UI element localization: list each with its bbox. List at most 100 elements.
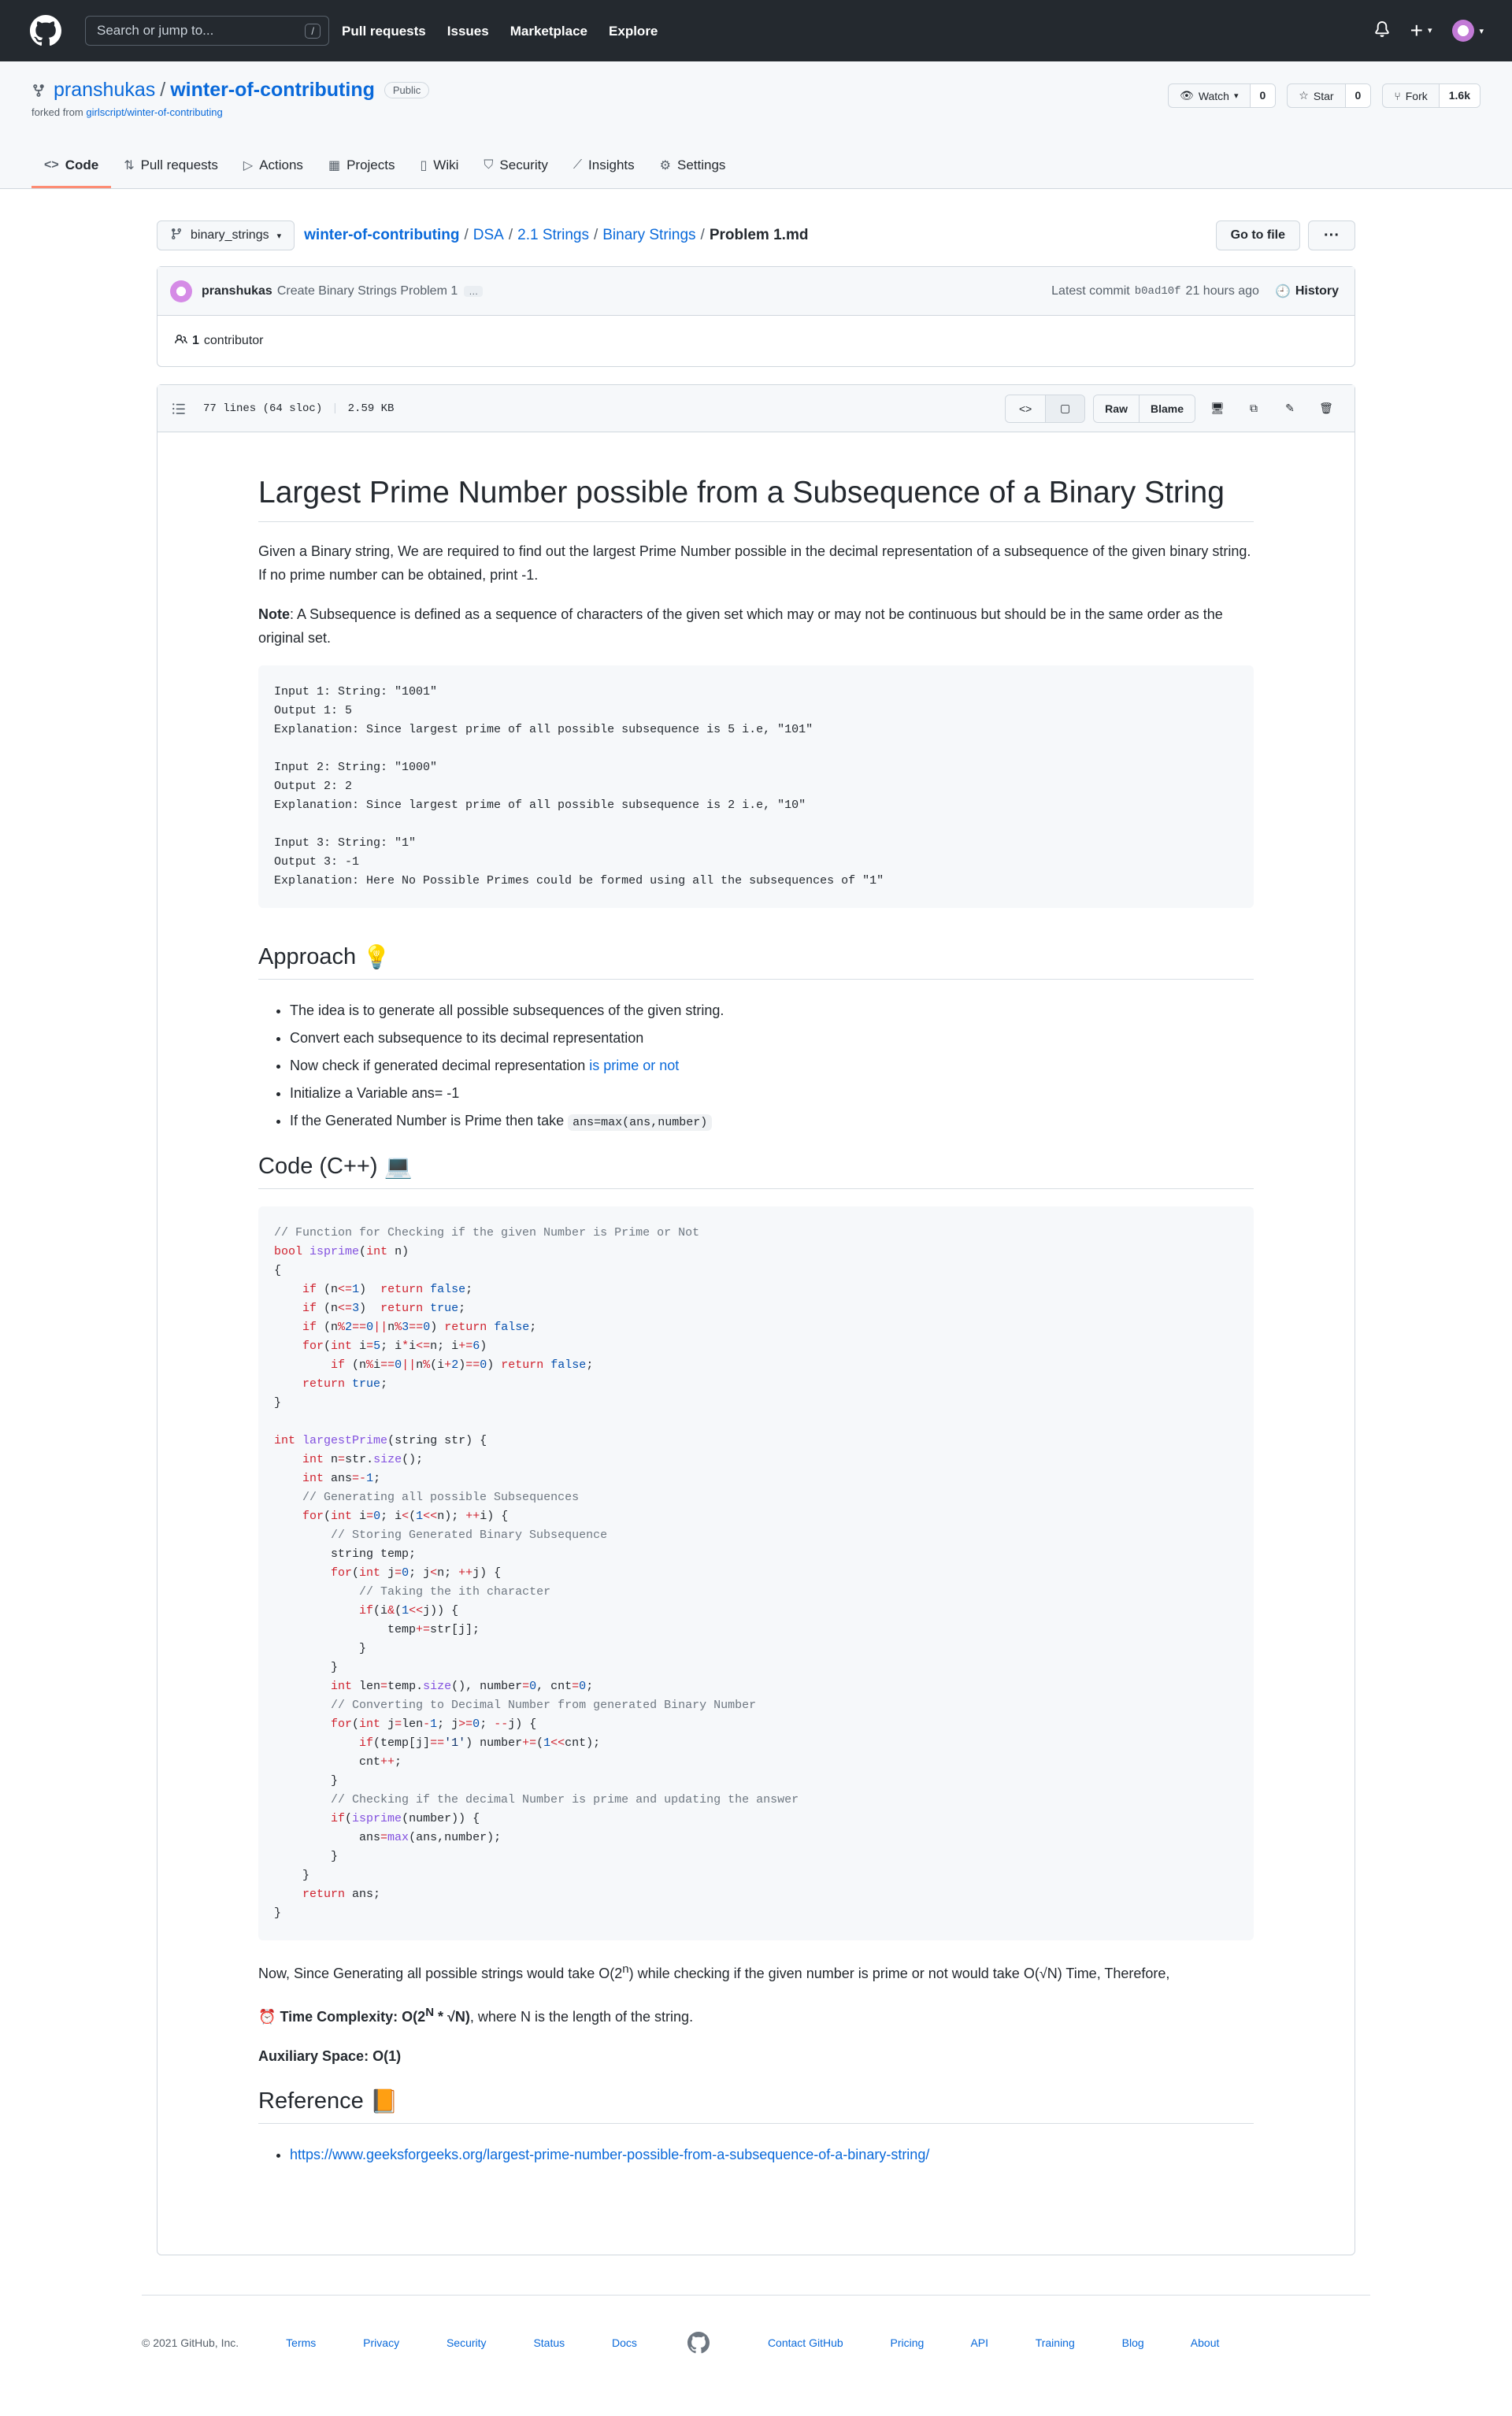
repo-name-link[interactable]: winter-of-contributing <box>170 79 375 102</box>
branch-select-button[interactable]: binary_strings ▾ <box>157 220 295 250</box>
commit-expand-button[interactable]: … <box>464 285 484 297</box>
nav-marketplace[interactable]: Marketplace <box>510 24 587 39</box>
orange-book-icon: 📙 <box>369 2088 398 2114</box>
file-preview-icon[interactable]: ▢ <box>1045 395 1085 422</box>
footer-link[interactable]: Security <box>447 2336 487 2349</box>
code-view-icon[interactable]: <> <box>1006 395 1046 422</box>
tab-wiki[interactable]: ▯ Wiki <box>407 157 471 188</box>
time-tail: , where N is the length of the string. <box>469 2008 694 2025</box>
nav-explore[interactable]: Explore <box>609 24 658 39</box>
code-block: // Function for Checking if the given Nu… <box>258 1206 1254 1940</box>
branch-name: binary_strings <box>191 228 269 242</box>
tab-label: Pull requests <box>140 157 218 172</box>
footer-link[interactable]: Blog <box>1122 2336 1144 2349</box>
star-button[interactable]: ☆ Star 0 <box>1287 83 1372 108</box>
tab-actions[interactable]: ▷ Actions <box>231 157 316 188</box>
list-item-text: If the Generated Number is Prime then ta… <box>290 1112 569 1128</box>
reference-heading: Reference 📙 <box>258 2088 1254 2124</box>
watch-button[interactable]: 👁 Watch ▾ 0 <box>1168 83 1277 108</box>
github-logo-icon[interactable] <box>28 13 63 48</box>
star-count[interactable]: 0 <box>1345 84 1371 107</box>
page-title: Largest Prime Number possible from a Sub… <box>258 473 1254 522</box>
time-complexity: ⏰ Time Complexity: O(2N * √N), where N i… <box>258 2001 1254 2029</box>
file-nav-actions: Go to file ··· <box>1215 220 1355 250</box>
breadcrumb-repo[interactable]: winter-of-contributing <box>304 227 459 243</box>
chevron-down-icon: ▾ <box>1479 26 1484 36</box>
create-new-menu[interactable]: + ▾ <box>1410 20 1432 42</box>
reference-list: https://www.geeksforgeeks.org/largest-pr… <box>258 2141 1254 2169</box>
footer-link[interactable]: Pricing <box>891 2336 925 2349</box>
code-icon: <> <box>44 158 59 172</box>
pencil-icon[interactable]: ✎ <box>1276 395 1304 422</box>
aux-label: Auxiliary Space: <box>258 2047 369 2064</box>
blame-button[interactable]: Blame <box>1138 395 1195 422</box>
tab-insights[interactable]: ⟋ Insights <box>561 157 647 188</box>
fork-label: ⑂ Fork <box>1383 84 1440 107</box>
breadcrumb-dsa[interactable]: DSA <box>473 227 504 243</box>
contributors-row[interactable]: 1 contributor <box>158 316 1354 366</box>
history-button[interactable]: 🕘 History <box>1275 283 1339 299</box>
footer-link[interactable]: Status <box>533 2336 565 2349</box>
time-value-b: * √N) <box>434 2008 470 2025</box>
code-title: Code (C++) <box>258 1154 378 1180</box>
commit-sha[interactable]: b0ad10f <box>1135 285 1181 298</box>
footer-link[interactable]: Docs <box>612 2336 637 2349</box>
repo-tabs: <> Code ⇅ Pull requests ▷ Actions ▦ Proj… <box>32 157 738 188</box>
trash-icon[interactable]: 🗑 <box>1312 395 1340 422</box>
tab-code[interactable]: <> Code <box>32 157 112 188</box>
footer-link[interactable]: API <box>970 2336 988 2349</box>
list-item: Initialize a Variable ans= -1 <box>290 1080 1254 1107</box>
global-nav: Pull requests Issues Marketplace Explore <box>342 23 675 39</box>
forked-source-link[interactable]: girlscript/winter-of-contributing <box>86 106 222 118</box>
code-heading: Code (C++) 💻 <box>258 1154 1254 1189</box>
book-icon: ▯ <box>420 159 428 172</box>
search-shortcut-key: / <box>305 23 321 39</box>
chevron-down-icon: ▾ <box>1427 25 1432 35</box>
intro-paragraph: Given a Binary string, We are required t… <box>258 543 1251 583</box>
tab-settings[interactable]: ⚙ Settings <box>647 157 739 188</box>
file-navigation: binary_strings ▾ winter-of-contributing /… <box>157 220 1355 250</box>
tab-pull-requests[interactable]: ⇅ Pull requests <box>111 157 231 188</box>
repo-owner-link[interactable]: pranshukas <box>54 79 155 102</box>
is-prime-link[interactable]: is prime or not <box>589 1058 679 1073</box>
fork-count[interactable]: 1.6k <box>1439 84 1480 107</box>
go-to-file-button[interactable]: Go to file <box>1215 220 1300 250</box>
footer-link[interactable]: Contact GitHub <box>768 2336 843 2349</box>
header-right: + ▾ ▾ <box>1374 20 1484 42</box>
fork-button[interactable]: ⑂ Fork 1.6k <box>1382 83 1480 108</box>
note-paragraph: Note: A Subsequence is defined as a sequ… <box>258 602 1254 650</box>
footer-links-right: Contact GitHub Pricing API Training Blog… <box>768 2336 1219 2349</box>
nav-issues[interactable]: Issues <box>447 24 489 39</box>
search-input[interactable]: Search or jump to... / <box>85 16 329 46</box>
tab-security[interactable]: ⛉ Security <box>471 157 560 188</box>
raw-button[interactable]: Raw <box>1094 395 1139 422</box>
desktop-icon[interactable]: 🖥 <box>1203 395 1232 422</box>
watch-count[interactable]: 0 <box>1250 84 1276 107</box>
breadcrumb-binary-strings[interactable]: Binary Strings <box>602 227 695 243</box>
gear-icon: ⚙ <box>659 159 671 172</box>
tab-label: Code <box>65 157 99 172</box>
more-options-button[interactable]: ··· <box>1308 220 1355 250</box>
time-value: O(2N * √N) <box>402 2006 470 2025</box>
footer-link[interactable]: Terms <box>286 2336 316 2349</box>
github-mark-icon[interactable] <box>687 2331 710 2354</box>
tab-projects[interactable]: ▦ Projects <box>316 157 408 188</box>
note-label: Note <box>258 606 290 622</box>
footer-link[interactable]: Training <box>1036 2336 1075 2349</box>
user-menu[interactable]: ▾ <box>1452 20 1484 42</box>
tab-label: Actions <box>259 157 303 172</box>
nav-pull-requests[interactable]: Pull requests <box>342 24 426 39</box>
breadcrumb-strings[interactable]: 2.1 Strings <box>517 227 589 243</box>
copy-icon[interactable]: ⧉ <box>1240 395 1268 422</box>
reference-link[interactable]: https://www.geeksforgeeks.org/largest-pr… <box>290 2147 929 2162</box>
list-unordered-icon[interactable] <box>172 402 186 416</box>
commit-author[interactable]: pranshukas <box>202 284 272 298</box>
commit-message[interactable]: Create Binary Strings Problem 1 <box>277 284 458 298</box>
list-item: https://www.geeksforgeeks.org/largest-pr… <box>290 2141 1254 2169</box>
complexity-text: ) while checking if the given number is … <box>628 1965 1170 1981</box>
time-label: Time Complexity: <box>280 2008 398 2025</box>
bell-icon[interactable] <box>1374 20 1390 41</box>
footer-link[interactable]: About <box>1191 2336 1220 2349</box>
footer-link[interactable]: Privacy <box>363 2336 399 2349</box>
latest-commit-box: pranshukas Create Binary Strings Problem… <box>157 266 1355 367</box>
